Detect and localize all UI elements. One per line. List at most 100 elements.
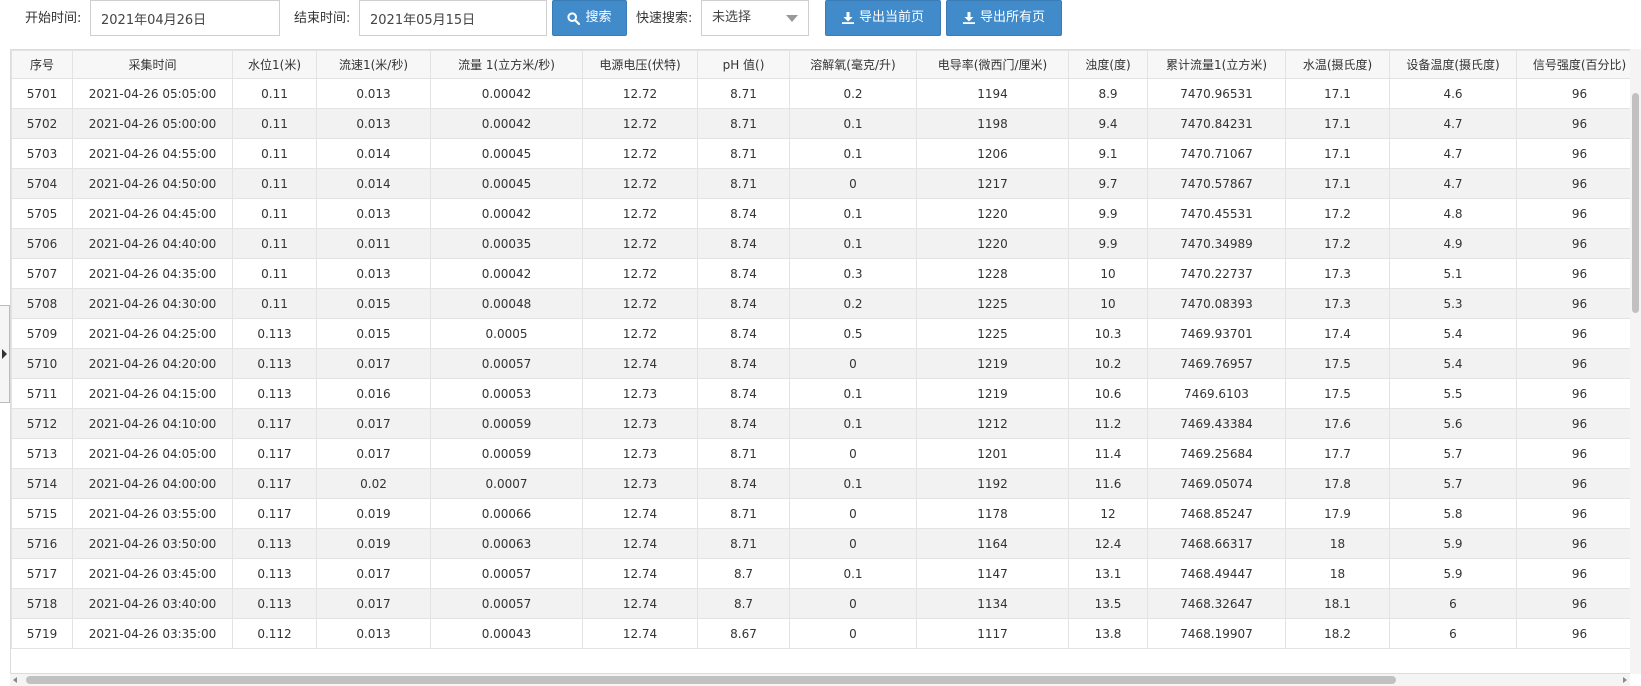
- column-header[interactable]: 电导率(微西门/厘米): [916, 50, 1069, 79]
- end-date-input[interactable]: [359, 0, 547, 36]
- sidebar-toggle-button[interactable]: [0, 305, 10, 403]
- table-cell: 8.74: [697, 288, 790, 319]
- table-cell: 7468.85247: [1147, 498, 1286, 529]
- table-cell: 17.8: [1285, 468, 1390, 499]
- table-cell: 5.4: [1389, 348, 1517, 379]
- vertical-scrollbar-thumb[interactable]: [1632, 93, 1639, 313]
- table-cell: 0.112: [232, 618, 317, 649]
- table-row[interactable]: 5704 2021-04-26 04:50:00 0.11 0.014 0.00045 1…: [11, 168, 1641, 199]
- export-current-page-button[interactable]: 导出当前页: [825, 0, 941, 36]
- table-cell: 0.00059: [430, 408, 583, 439]
- table-cell: 0: [789, 348, 917, 379]
- table-cell: 12.4: [1068, 528, 1148, 559]
- table-row[interactable]: 5705 2021-04-26 04:45:00 0.11 0.013 0.00042 1…: [11, 198, 1641, 229]
- table-cell: 17.7: [1285, 438, 1390, 469]
- table-cell: 12.74: [582, 498, 698, 529]
- table-cell: 0.11: [232, 138, 317, 169]
- table-row[interactable]: 5703 2021-04-26 04:55:00 0.11 0.014 0.00045 1…: [11, 138, 1641, 169]
- table-cell: 5709: [11, 318, 73, 349]
- table-cell: 0.11: [232, 108, 317, 139]
- column-header[interactable]: 累计流量1(立方米): [1147, 50, 1286, 79]
- column-header[interactable]: 浊度(度): [1068, 50, 1148, 79]
- column-header[interactable]: 设备温度(摄氏度): [1389, 50, 1517, 79]
- search-button[interactable]: 搜索: [552, 0, 627, 36]
- horizontal-scrollbar[interactable]: [10, 674, 1630, 686]
- scroll-right-icon[interactable]: [1623, 677, 1627, 683]
- table-row[interactable]: 5707 2021-04-26 04:35:00 0.11 0.013 0.00042 1…: [11, 258, 1641, 289]
- horizontal-scrollbar-thumb[interactable]: [26, 676, 1396, 684]
- table-cell: 0.1: [789, 468, 917, 499]
- table-cell: 2021-04-26 03:40:00: [72, 588, 233, 619]
- table-cell: 7470.84231: [1147, 108, 1286, 139]
- table-cell: 0.014: [316, 168, 431, 199]
- table-cell: 12.74: [582, 618, 698, 649]
- vertical-scrollbar[interactable]: [1630, 49, 1641, 674]
- table-row[interactable]: 5702 2021-04-26 05:00:00 0.11 0.013 0.00042 1…: [11, 108, 1641, 139]
- table-cell: 7469.43384: [1147, 408, 1286, 439]
- table-cell: 5715: [11, 498, 73, 529]
- scroll-left-icon[interactable]: [13, 677, 17, 683]
- table-cell: 8.71: [697, 528, 790, 559]
- table-cell: 0.1: [789, 378, 917, 409]
- quick-search-select[interactable]: 未选择: [701, 0, 809, 36]
- table-cell: 8.74: [697, 318, 790, 349]
- table-cell: 0.00048: [430, 288, 583, 319]
- table-cell: 0.113: [232, 528, 317, 559]
- table-cell: 9.9: [1068, 198, 1148, 229]
- table-cell: 1228: [916, 258, 1069, 289]
- column-header[interactable]: 信号强度(百分比): [1516, 50, 1641, 79]
- table-cell: 0.0005: [430, 318, 583, 349]
- table-row[interactable]: 5709 2021-04-26 04:25:00 0.113 0.015 0.0005 1…: [11, 318, 1641, 349]
- table-cell: 4.7: [1389, 138, 1517, 169]
- table-cell: 5706: [11, 228, 73, 259]
- column-header[interactable]: 电源电压(伏特): [582, 50, 698, 79]
- column-header[interactable]: 水温(摄氏度): [1285, 50, 1390, 79]
- table-row[interactable]: 5701 2021-04-26 05:05:00 0.11 0.013 0.00042 1…: [11, 78, 1641, 109]
- table-row[interactable]: 5714 2021-04-26 04:00:00 0.117 0.02 0.0007 12…: [11, 468, 1641, 499]
- table-cell: 5701: [11, 78, 73, 109]
- table-cell: 5717: [11, 558, 73, 589]
- table-cell: 12.72: [582, 228, 698, 259]
- table-cell: 10: [1068, 258, 1148, 289]
- table-cell: 5.7: [1389, 438, 1517, 469]
- column-header[interactable]: 序号: [11, 50, 73, 79]
- export-all-pages-button[interactable]: 导出所有页: [946, 0, 1062, 36]
- table-cell: 5707: [11, 258, 73, 289]
- column-header[interactable]: 流量 1(立方米/秒): [430, 50, 583, 79]
- table-cell: 13.8: [1068, 618, 1148, 649]
- table-cell: 8.71: [697, 108, 790, 139]
- table-cell: 10.3: [1068, 318, 1148, 349]
- table-cell: 96: [1516, 78, 1641, 109]
- table-cell: 0.5: [789, 318, 917, 349]
- table-cell: 96: [1516, 198, 1641, 229]
- table-row[interactable]: 5708 2021-04-26 04:30:00 0.11 0.015 0.00048 1…: [11, 288, 1641, 319]
- table-row[interactable]: 5712 2021-04-26 04:10:00 0.117 0.017 0.00059…: [11, 408, 1641, 439]
- table-row[interactable]: 5717 2021-04-26 03:45:00 0.113 0.017 0.00057…: [11, 558, 1641, 589]
- table-row[interactable]: 5716 2021-04-26 03:50:00 0.113 0.019 0.00063…: [11, 528, 1641, 559]
- table-row[interactable]: 5710 2021-04-26 04:20:00 0.113 0.017 0.00057…: [11, 348, 1641, 379]
- table-cell: 2021-04-26 03:45:00: [72, 558, 233, 589]
- column-header[interactable]: 采集时间: [72, 50, 233, 79]
- table-row[interactable]: 5711 2021-04-26 04:15:00 0.113 0.016 0.00053…: [11, 378, 1641, 409]
- table-row[interactable]: 5719 2021-04-26 03:35:00 0.112 0.013 0.00043…: [11, 618, 1641, 649]
- column-header[interactable]: 水位1(米): [232, 50, 317, 79]
- start-date-input[interactable]: [90, 0, 280, 36]
- table-cell: 8.74: [697, 408, 790, 439]
- table-row[interactable]: 5718 2021-04-26 03:40:00 0.113 0.017 0.00057…: [11, 588, 1641, 619]
- column-header[interactable]: 溶解氧(毫克/升): [789, 50, 917, 79]
- table-cell: 12.72: [582, 108, 698, 139]
- table-cell: 4.7: [1389, 108, 1517, 139]
- column-header[interactable]: 流速1(米/秒): [316, 50, 431, 79]
- column-header[interactable]: pH 值(): [697, 50, 790, 79]
- table-cell: 0.013: [316, 198, 431, 229]
- table-cell: 11.6: [1068, 468, 1148, 499]
- end-time-label: 结束时间:: [294, 11, 351, 26]
- table-cell: 96: [1516, 168, 1641, 199]
- table-row[interactable]: 5706 2021-04-26 04:40:00 0.11 0.011 0.00035 1…: [11, 228, 1641, 259]
- table-cell: 7468.49447: [1147, 558, 1286, 589]
- table-row[interactable]: 5715 2021-04-26 03:55:00 0.117 0.019 0.00066…: [11, 498, 1641, 529]
- table-cell: 1217: [916, 168, 1069, 199]
- table-cell: 0.117: [232, 438, 317, 469]
- table-cell: 0.1: [789, 138, 917, 169]
- table-row[interactable]: 5713 2021-04-26 04:05:00 0.117 0.017 0.00059…: [11, 438, 1641, 469]
